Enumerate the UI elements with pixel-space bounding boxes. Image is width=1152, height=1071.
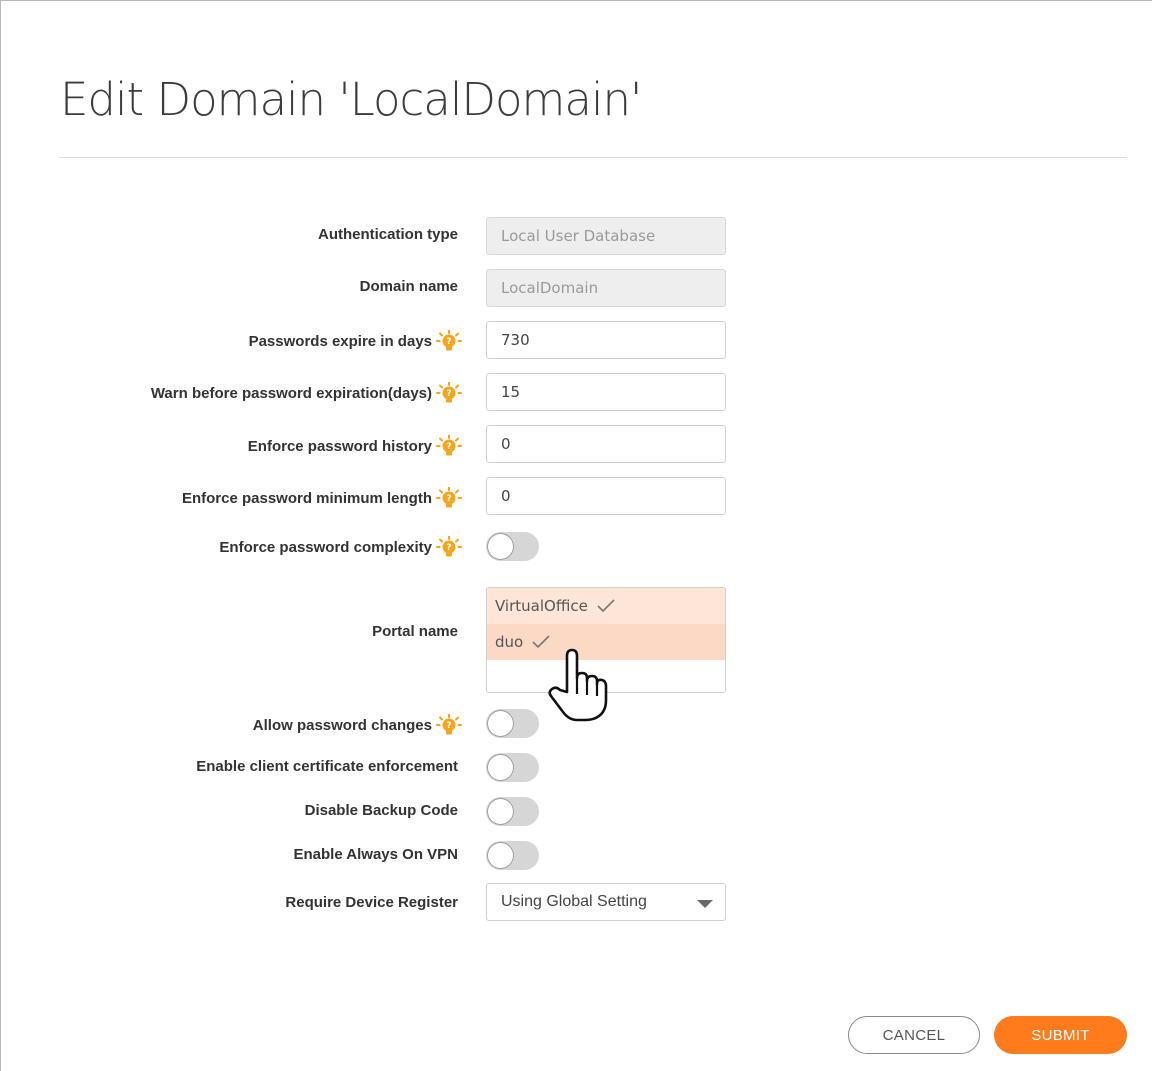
- hand-pointer-cursor-icon: [548, 648, 608, 722]
- select-value: Using Global Setting: [501, 893, 647, 910]
- lightbulb-hint-icon[interactable]: ?: [436, 330, 462, 352]
- always-on-vpn-label: Enable Always On VPN: [293, 846, 459, 863]
- password-expire-row-label: Passwords expire in days ?: [249, 330, 462, 352]
- password-history-label: Enforce password history: [247, 437, 432, 455]
- svg-text:?: ?: [446, 543, 451, 553]
- password-history-input[interactable]: 0: [486, 425, 726, 463]
- lightbulb-hint-icon[interactable]: ?: [436, 487, 462, 509]
- min-length-input[interactable]: 0: [486, 477, 726, 515]
- edit-domain-dialog: Edit Domain 'LocalDomain' Authentication…: [0, 0, 1152, 1071]
- chevron-down-icon: [697, 900, 713, 908]
- always-on-vpn-toggle[interactable]: [486, 841, 539, 870]
- allow-password-changes-toggle[interactable]: [486, 709, 539, 738]
- allow-password-changes-label: Allow password changes: [252, 716, 432, 734]
- client-cert-toggle[interactable]: [486, 753, 539, 782]
- svg-text:?: ?: [446, 494, 451, 504]
- toggle-knob: [487, 798, 514, 825]
- svg-text:?: ?: [446, 721, 451, 731]
- toggle-knob: [487, 842, 514, 869]
- portal-name-label: Portal name: [372, 623, 458, 640]
- toggle-knob: [487, 533, 514, 560]
- lightbulb-hint-icon[interactable]: ?: [436, 435, 462, 457]
- portal-option-label: VirtualOffice: [495, 597, 588, 615]
- warn-before-label: Warn before password expiration(days): [150, 384, 432, 402]
- submit-button[interactable]: SUBMIT: [994, 1016, 1127, 1054]
- cancel-button[interactable]: CANCEL: [848, 1016, 980, 1054]
- client-cert-label: Enable client certificate enforcement: [196, 758, 458, 775]
- lightbulb-hint-icon[interactable]: ?: [436, 382, 462, 404]
- min-length-label: Enforce password minimum length: [181, 489, 432, 507]
- warn-before-row-label: Warn before password expiration(days) ?: [151, 382, 462, 404]
- dialog-title: Edit Domain 'LocalDomain': [60, 73, 642, 126]
- svg-text:?: ?: [446, 337, 451, 347]
- check-icon: [597, 599, 615, 613]
- portal-option-label: duo: [495, 633, 524, 651]
- auth-type-field: Local User Database: [486, 217, 726, 255]
- lightbulb-hint-icon[interactable]: ?: [436, 714, 462, 736]
- complexity-label: Enforce password complexity: [219, 538, 432, 556]
- svg-text:?: ?: [446, 442, 451, 452]
- lightbulb-hint-icon[interactable]: ?: [436, 536, 462, 558]
- allow-password-changes-row-label: Allow password changes ?: [253, 714, 462, 736]
- svg-text:?: ?: [446, 389, 451, 399]
- password-history-row-label: Enforce password history ?: [248, 435, 462, 457]
- disable-backup-code-label: Disable Backup Code: [304, 802, 458, 819]
- toggle-knob: [487, 710, 514, 737]
- domain-name-label: Domain name: [359, 278, 458, 295]
- password-expire-input[interactable]: 730: [486, 321, 726, 359]
- disable-backup-code-toggle[interactable]: [486, 797, 539, 826]
- require-device-register-label: Require Device Register: [285, 894, 458, 911]
- portal-option-virtualoffice[interactable]: VirtualOffice: [487, 588, 725, 624]
- auth-type-label: Authentication type: [317, 226, 458, 243]
- warn-before-input[interactable]: 15: [486, 373, 726, 411]
- complexity-toggle[interactable]: [486, 532, 539, 561]
- min-length-row-label: Enforce password minimum length ?: [182, 487, 462, 509]
- require-device-register-select[interactable]: Using Global Setting: [486, 883, 726, 921]
- domain-name-field: LocalDomain: [486, 269, 726, 307]
- toggle-knob: [487, 754, 514, 781]
- title-divider: [59, 157, 1127, 158]
- password-expire-label: Passwords expire in days: [248, 332, 432, 350]
- complexity-row-label: Enforce password complexity ?: [219, 536, 462, 558]
